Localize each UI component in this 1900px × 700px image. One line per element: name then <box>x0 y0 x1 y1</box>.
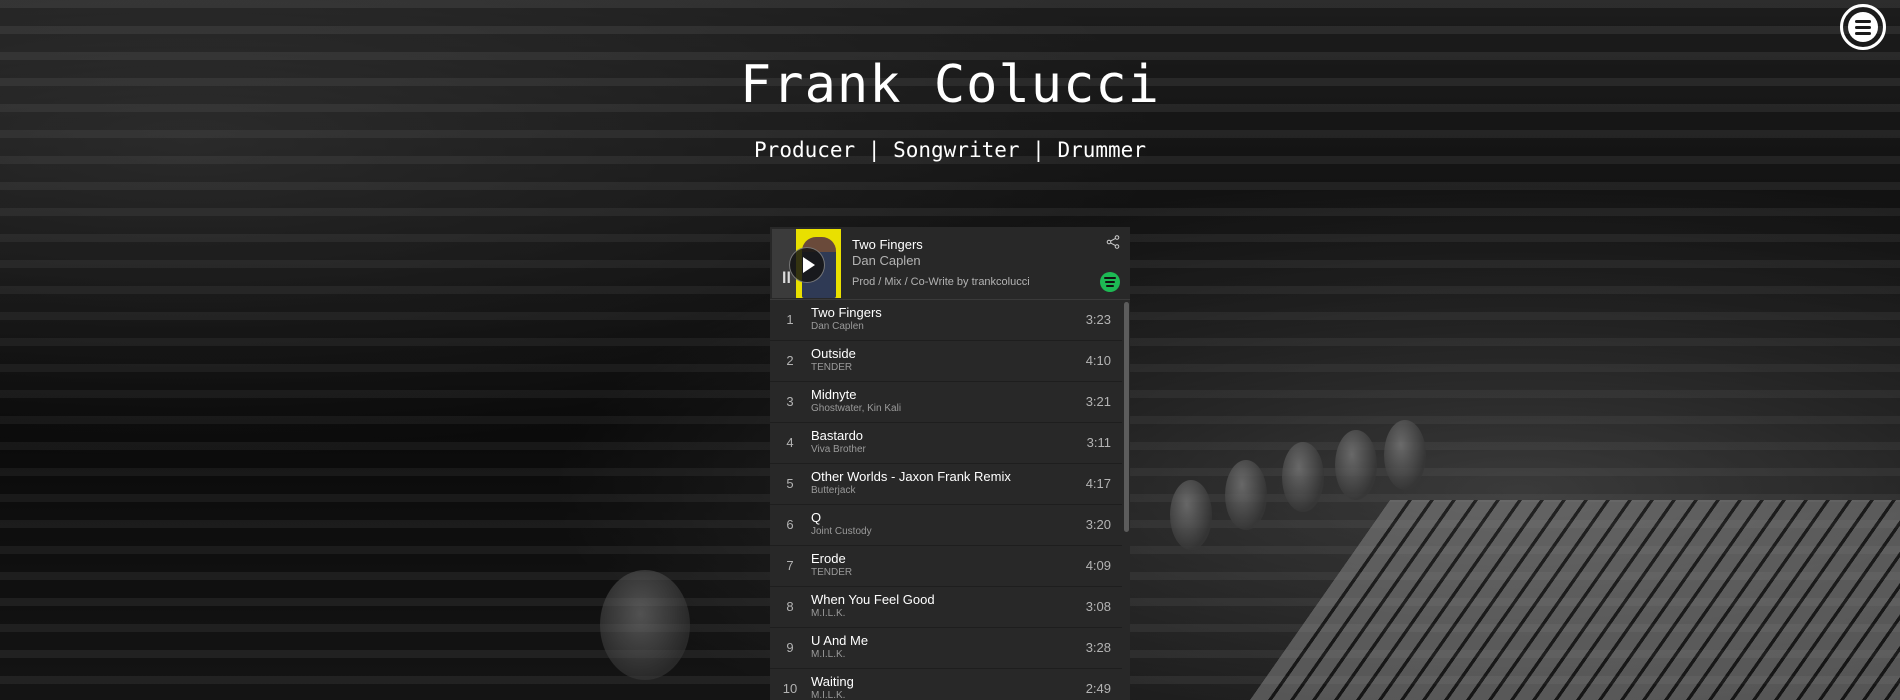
track-artist[interactable]: Viva Brother <box>811 444 866 455</box>
track-title[interactable]: Erode <box>811 551 846 566</box>
track-artist[interactable]: Butterjack <box>811 485 855 496</box>
spotify-icon[interactable] <box>1100 272 1120 292</box>
track-duration: 3:23 <box>1085 312 1111 327</box>
track-duration: 3:28 <box>1085 640 1111 655</box>
page-title: Frank Colucci <box>740 55 1160 115</box>
track-number: 9 <box>786 640 794 655</box>
track-row[interactable]: 5 Other Worlds - Jaxon Frank Remix Butterj… <box>770 464 1122 505</box>
track-title[interactable]: Waiting <box>811 674 854 689</box>
track-row[interactable]: 9 U And Me M.I.L.K. 3:28 <box>770 628 1122 669</box>
track-artist[interactable]: TENDER <box>811 362 852 373</box>
track-title[interactable]: Two Fingers <box>811 305 882 320</box>
play-button[interactable] <box>789 247 825 283</box>
track-title[interactable]: Q <box>811 510 821 525</box>
player-header: ll Two Fingers Dan Caplen Prod / Mix / C… <box>770 227 1130 300</box>
track-row[interactable]: 4 Bastardo Viva Brother 3:11 <box>770 423 1122 464</box>
track-title[interactable]: Other Worlds - Jaxon Frank Remix <box>811 469 1011 484</box>
track-row[interactable]: 2 Outside TENDER 4:10 <box>770 341 1122 382</box>
playlist-credit: Prod / Mix / Co-Write by trankcolucci <box>852 276 1030 288</box>
share-icon[interactable] <box>1106 235 1120 249</box>
track-number: 6 <box>786 517 794 532</box>
track-duration: 3:21 <box>1085 394 1111 409</box>
hamburger-menu-icon <box>1848 12 1878 42</box>
track-artist[interactable]: TENDER <box>811 567 852 578</box>
track-row[interactable]: 1 Two Fingers Dan Caplen 3:23 <box>770 300 1122 341</box>
track-number: 10 <box>782 681 798 696</box>
track-row[interactable]: 3 Midnyte Ghostwater, Kin Kali 3:21 <box>770 382 1122 423</box>
track-number: 5 <box>786 476 794 491</box>
track-number: 1 <box>786 312 794 327</box>
track-artist[interactable]: Dan Caplen <box>811 321 864 332</box>
menu-button[interactable] <box>1840 4 1886 50</box>
track-number: 7 <box>786 558 794 573</box>
pause-bars-icon: ll <box>782 270 791 287</box>
track-row[interactable]: 7 Erode TENDER 4:09 <box>770 546 1122 587</box>
tracklist-scrollbar[interactable] <box>1124 302 1129 532</box>
spotify-embed-player: ll Two Fingers Dan Caplen Prod / Mix / C… <box>770 227 1130 700</box>
track-title[interactable]: Outside <box>811 346 856 361</box>
track-artist[interactable]: M.I.L.K. <box>811 649 845 660</box>
track-row[interactable]: 8 When You Feel Good M.I.L.K. 3:08 <box>770 587 1122 628</box>
track-duration: 4:09 <box>1085 558 1111 573</box>
track-duration: 3:11 <box>1086 435 1111 450</box>
play-icon <box>802 257 815 273</box>
track-number: 2 <box>786 353 794 368</box>
track-duration: 4:10 <box>1085 353 1111 368</box>
track-row[interactable]: 6 Q Joint Custody 3:20 <box>770 505 1122 546</box>
now-playing-title[interactable]: Two Fingers <box>852 237 923 252</box>
track-title[interactable]: When You Feel Good <box>811 592 935 607</box>
track-artist[interactable]: M.I.L.K. <box>811 608 845 619</box>
track-artist[interactable]: M.I.L.K. <box>811 690 845 700</box>
track-duration: 4:17 <box>1085 476 1111 491</box>
track-row[interactable]: 10 Waiting M.I.L.K. 2:49 <box>770 669 1122 700</box>
track-number: 8 <box>786 599 794 614</box>
track-title[interactable]: U And Me <box>811 633 868 648</box>
track-artist[interactable]: Joint Custody <box>811 526 872 537</box>
track-number: 3 <box>786 394 794 409</box>
page-subtitle: Producer | Songwriter | Drummer <box>754 138 1146 162</box>
track-duration: 2:49 <box>1085 681 1111 696</box>
track-number: 4 <box>786 435 794 450</box>
track-list: 1 Two Fingers Dan Caplen 3:23 2 Outside TENDER… <box>770 300 1122 700</box>
track-title[interactable]: Midnyte <box>811 387 857 402</box>
track-duration: 3:08 <box>1085 599 1111 614</box>
track-artist[interactable]: Ghostwater, Kin Kali <box>811 403 901 414</box>
track-title[interactable]: Bastardo <box>811 428 863 443</box>
track-duration: 3:20 <box>1085 517 1111 532</box>
album-cover[interactable]: ll <box>772 229 841 298</box>
now-playing-artist[interactable]: Dan Caplen <box>852 253 921 268</box>
